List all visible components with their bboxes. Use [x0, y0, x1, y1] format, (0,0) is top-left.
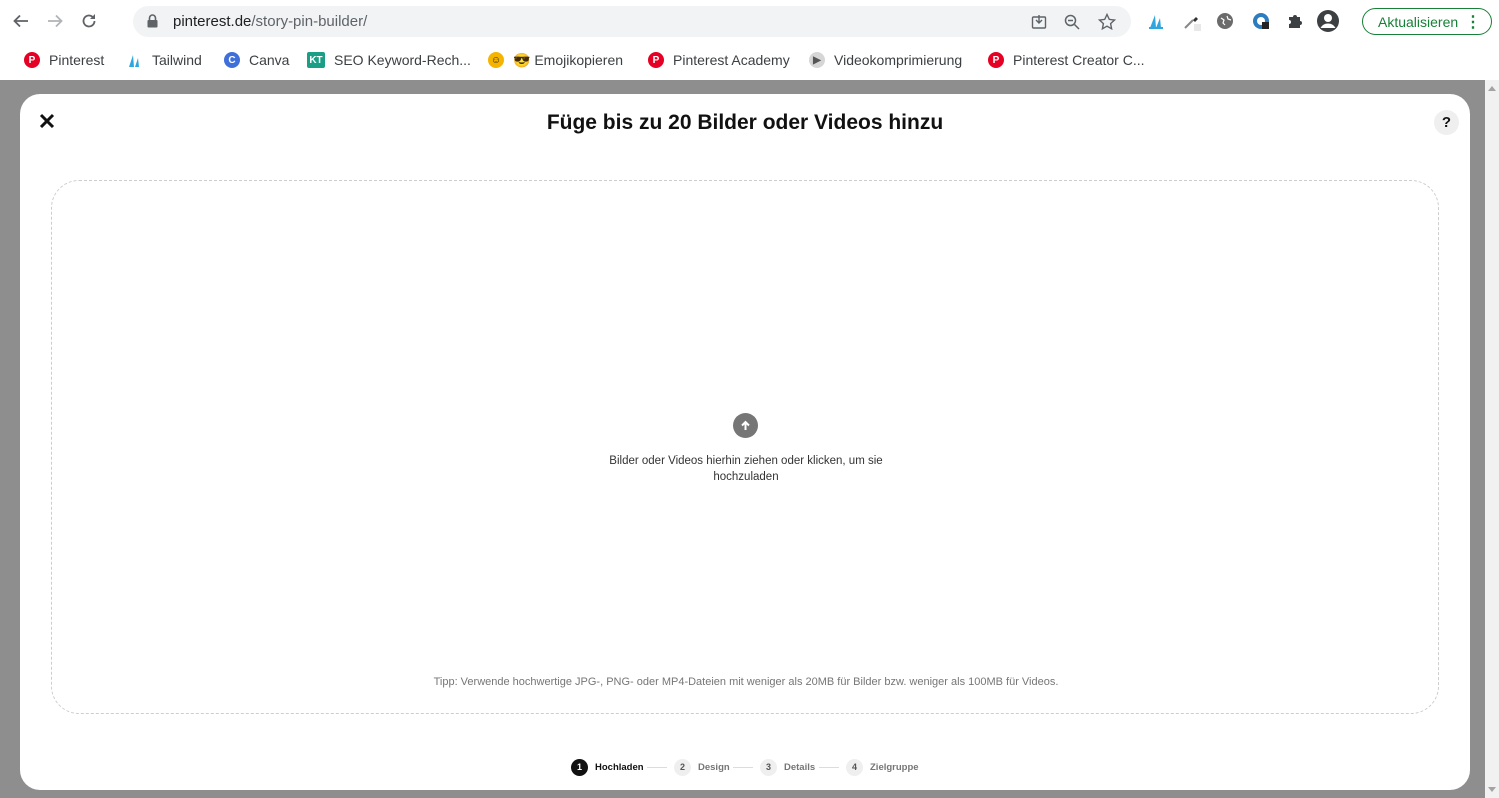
bookmark-label: 😎 Emojikopieren [513, 51, 624, 68]
upload-tip: Tipp: Verwende hochwertige JPG-, PNG- od… [433, 676, 1059, 688]
help-icon: ? [1441, 114, 1452, 131]
bookmark-pinterest[interactable]: P Pinterest [24, 49, 104, 71]
url-host: pinterest.de [173, 13, 252, 30]
bookmark-seo-keyword[interactable]: KT SEO Keyword-Rech... [307, 49, 471, 71]
video-icon: ▶ [809, 52, 825, 68]
bookmark-label: Canva [249, 52, 290, 68]
lock-icon [147, 14, 158, 28]
step-number: 3 [760, 758, 777, 776]
pinterest-icon: P [648, 52, 664, 68]
scroll-up-icon[interactable] [1488, 86, 1496, 91]
back-arrow-icon [13, 14, 28, 28]
color-picker-extension-icon[interactable] [1180, 9, 1204, 33]
globe-extension-icon[interactable] [1213, 9, 1237, 33]
update-browser-button[interactable]: Aktualisieren ⋮ [1362, 8, 1492, 35]
story-pin-builder-modal: Füge bis zu 20 Bilder oder Videos hinzu … [20, 94, 1470, 790]
help-button[interactable]: ? [1434, 110, 1459, 135]
menu-kebab-icon: ⋮ [1465, 14, 1481, 31]
step-number: 4 [846, 758, 863, 776]
bookmark-label: Pinterest Academy [673, 52, 790, 68]
bookmark-label: Pinterest [49, 52, 105, 68]
url-text: pinterest.de/story-pin-builder/ [173, 13, 367, 30]
bookmark-pinterest-creator[interactable]: P Pinterest Creator C... [988, 49, 1145, 71]
tailwind-extension-icon[interactable] [1144, 9, 1168, 33]
reload-icon [82, 14, 96, 28]
reload-button[interactable] [76, 8, 102, 34]
page-scrollbar[interactable] [1485, 80, 1499, 798]
password-extension-icon[interactable] [1249, 9, 1273, 33]
step-label: Hochladen [595, 761, 644, 773]
zoom-icon[interactable] [1061, 11, 1083, 33]
pinterest-icon: P [24, 52, 40, 68]
forward-arrow-icon [48, 14, 63, 28]
extensions-puzzle-icon[interactable] [1283, 9, 1307, 33]
tailwind-icon [129, 55, 139, 67]
bookmark-star-icon[interactable] [1096, 11, 1118, 33]
step-connector [733, 767, 753, 768]
step-label: Zielgruppe [870, 761, 919, 773]
modal-title: Füge bis zu 20 Bilder oder Videos hinzu [546, 111, 944, 134]
bookmark-label: Tailwind [152, 52, 202, 68]
forward-button[interactable] [42, 8, 68, 34]
step-upload: 1 Hochladen [571, 758, 644, 776]
browser-toolbar: pinterest.de/story-pin-builder/ Aktualis… [0, 0, 1499, 42]
dropzone-instruction: Bilder oder Videos hierhin ziehen oder k… [609, 455, 883, 483]
bookmark-label: Pinterest Creator C... [1013, 52, 1145, 68]
canva-icon: C [224, 52, 240, 68]
step-connector [819, 767, 839, 768]
pinterest-icon: P [988, 52, 1004, 68]
step-details: 3 Details [760, 758, 815, 776]
address-bar[interactable]: pinterest.de/story-pin-builder/ [133, 6, 1131, 37]
profile-avatar-icon[interactable] [1316, 9, 1340, 33]
upload-dropzone[interactable]: Bilder oder Videos hierhin ziehen oder k… [51, 180, 1439, 714]
step-number: 1 [571, 758, 588, 776]
url-path: /story-pin-builder/ [251, 13, 368, 30]
step-audience: 4 Zielgruppe [846, 758, 919, 776]
bookmark-tailwind[interactable]: Tailwind [127, 49, 202, 71]
bookmarks-bar: P Pinterest Tailwind C Canva KT SEO Keyword… [0, 45, 1499, 75]
bookmark-label: Videokomprimierung [834, 52, 963, 68]
step-design: 2 Design [674, 758, 730, 776]
step-number: 2 [674, 758, 691, 776]
bookmark-emojikopieren[interactable]: ☺ 😎 Emojikopieren [488, 49, 623, 71]
keyword-tool-icon: KT [307, 52, 325, 68]
emoji-icon: ☺ [488, 52, 504, 68]
bookmark-videokomprimierung[interactable]: ▶ Videokomprimierung [809, 49, 962, 71]
step-label: Details [784, 761, 816, 773]
step-connector [647, 767, 667, 768]
scroll-down-icon[interactable] [1488, 787, 1496, 792]
step-label: Design [698, 761, 730, 773]
bookmark-canva[interactable]: C Canva [224, 49, 289, 71]
install-app-icon[interactable] [1028, 11, 1050, 33]
back-button[interactable] [8, 8, 34, 34]
upload-arrow-icon [733, 413, 758, 438]
update-label: Aktualisieren [1378, 13, 1459, 30]
bookmark-label: SEO Keyword-Rech... [334, 52, 471, 68]
bookmark-pinterest-academy[interactable]: P Pinterest Academy [648, 49, 790, 71]
